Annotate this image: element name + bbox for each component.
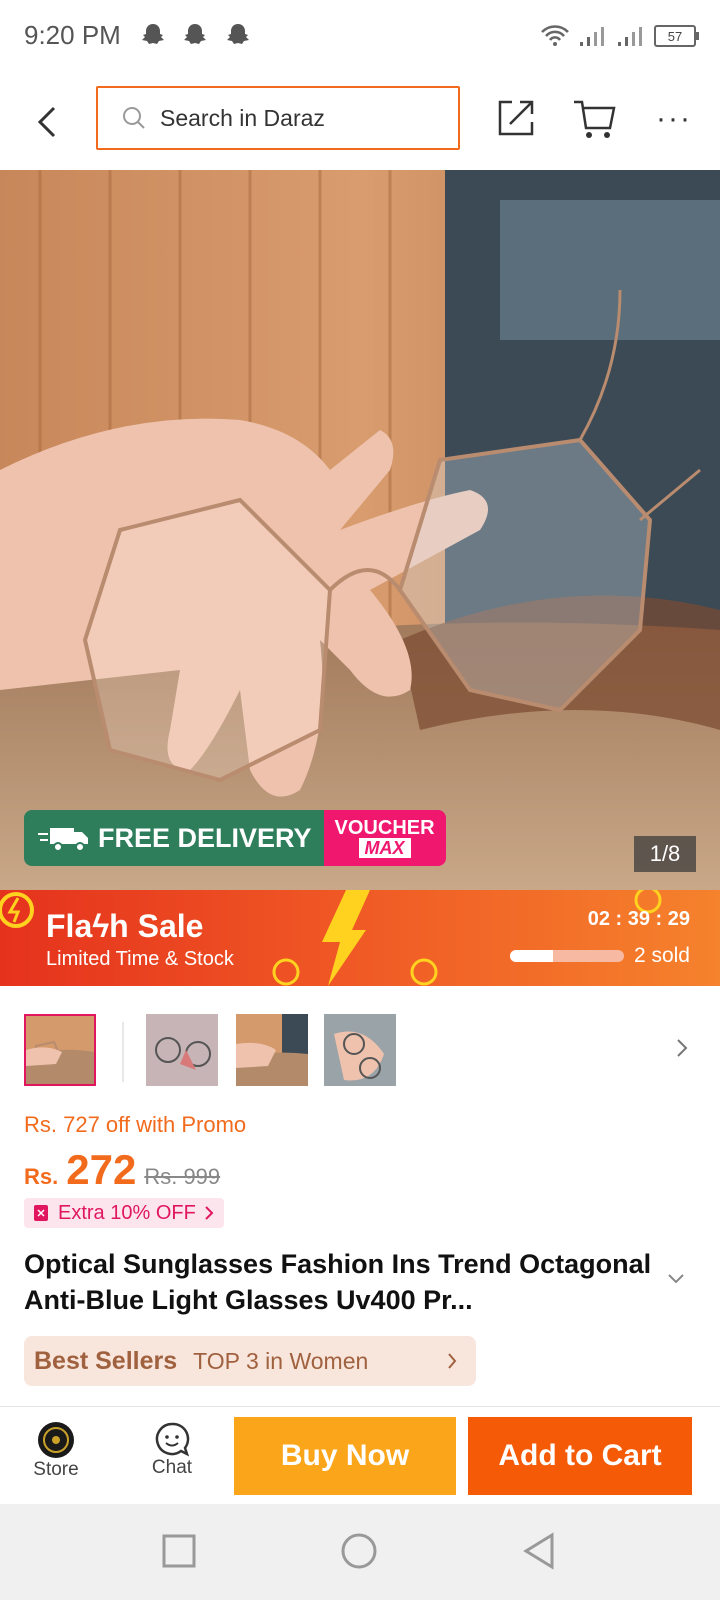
sold-count: 2 sold	[633, 944, 690, 967]
thumbnail-image	[324, 1014, 396, 1086]
snapchat-icon	[184, 24, 206, 44]
thumbnail-image	[26, 1016, 94, 1084]
best-sellers-rank: TOP 3 in Women	[193, 1347, 369, 1374]
thumbnail-image	[146, 1014, 218, 1086]
price-currency: Rs.	[24, 1164, 59, 1189]
price-value: 272	[66, 1146, 137, 1193]
extra-discount-text: Extra 10% OFF	[58, 1201, 196, 1224]
chat-label: Chat	[151, 1457, 193, 1478]
cart-icon[interactable]	[572, 98, 616, 140]
thumbnail-image	[236, 1014, 308, 1086]
signal-icon	[580, 27, 604, 46]
thumbnail-divider	[122, 1022, 124, 1082]
alarm-clock-icon	[272, 958, 300, 986]
system-navigation-bar	[0, 1504, 720, 1600]
lightning-icon	[322, 890, 370, 986]
alarm-clock-icon	[0, 892, 34, 928]
coupon-icon	[34, 1205, 48, 1221]
promo-discount-text[interactable]: Rs. 727 off with Promo	[24, 1112, 246, 1138]
buy-now-button[interactable]: Buy Now	[234, 1417, 456, 1495]
search-placeholder: Search in Daraz	[160, 104, 325, 131]
thumbnail-strip	[0, 1014, 720, 1090]
sold-progress-bar	[510, 950, 624, 962]
more-options-icon[interactable]: ···	[656, 102, 692, 136]
product-title: Optical Sunglasses Fashion Ins Trend Oct…	[24, 1249, 652, 1315]
product-main-image[interactable]	[0, 170, 720, 890]
best-sellers-label: Best Sellers	[34, 1346, 178, 1375]
thumbnail-2[interactable]	[146, 1014, 218, 1086]
search-icon	[123, 107, 145, 129]
chevron-right-icon	[448, 1353, 457, 1369]
price-row: Rs. 272 Rs. 999	[24, 1146, 220, 1194]
back-triangle-icon[interactable]	[522, 1532, 556, 1570]
flash-sale-countdown: 02 : 39 : 29	[587, 908, 690, 930]
alarm-clock-icon	[410, 958, 438, 986]
sold-progress-fill	[510, 950, 554, 962]
signal-icon	[618, 27, 642, 46]
battery-icon: 57	[654, 25, 699, 47]
flash-sale-subtitle: Limited Time & Stock	[46, 948, 234, 970]
flash-sale-title: Flaϟh Sale	[46, 908, 204, 944]
snapchat-icon	[142, 24, 164, 44]
share-icon[interactable]	[496, 98, 536, 138]
chat-button[interactable]: Chat	[132, 1421, 212, 1479]
bottom-action-bar: Store Chat Buy Now Add to Cart	[0, 1406, 720, 1505]
status-bar: 9:20 PM 57	[0, 0, 720, 72]
original-price: Rs. 999	[144, 1164, 221, 1189]
add-to-cart-button[interactable]: Add to Cart	[468, 1417, 692, 1495]
free-delivery-badge: FREE DELIVERY	[24, 810, 324, 866]
status-indicators: 57	[540, 22, 699, 50]
best-sellers-banner[interactable]: Best Sellers TOP 3 in Women	[24, 1336, 476, 1386]
home-circle-icon[interactable]	[340, 1532, 378, 1570]
voucher-text: VOUCHER	[334, 817, 435, 839]
chevron-right-icon[interactable]	[674, 1036, 690, 1060]
thumbnail-1[interactable]	[24, 1014, 96, 1086]
top-header: Search in Daraz ···	[0, 72, 720, 170]
free-delivery-voucher-banner: FREE DELIVERY VOUCHER MAX	[24, 810, 446, 866]
store-logo-icon	[38, 1422, 74, 1458]
search-input[interactable]: Search in Daraz	[96, 86, 460, 150]
free-delivery-text: FREE DELIVERY	[98, 822, 312, 853]
flash-sale-banner[interactable]: Flaϟh Sale Limited Time & Stock 02 : 39 …	[0, 890, 720, 986]
thumbnail-4[interactable]	[324, 1014, 396, 1086]
voucher-max-badge: VOUCHER MAX	[323, 810, 446, 866]
wifi-icon	[541, 25, 569, 46]
chevron-right-icon	[205, 1206, 214, 1220]
voucher-max-text: MAX	[358, 838, 411, 858]
chevron-down-icon[interactable]	[666, 1272, 686, 1286]
store-button[interactable]: Store	[16, 1421, 96, 1481]
status-time: 9:20 PM	[24, 20, 121, 50]
store-label: Store	[33, 1459, 79, 1480]
thumbnail-3[interactable]	[236, 1014, 308, 1086]
product-photo	[0, 170, 720, 890]
extra-discount-badge[interactable]: Extra 10% OFF	[24, 1198, 224, 1228]
snapchat-icon	[227, 24, 249, 44]
recents-square-icon[interactable]	[162, 1534, 196, 1568]
delivery-truck-icon	[38, 828, 88, 852]
chat-icon	[155, 1422, 190, 1457]
back-arrow-icon[interactable]	[32, 102, 62, 142]
image-counter: 1/8	[634, 836, 696, 872]
